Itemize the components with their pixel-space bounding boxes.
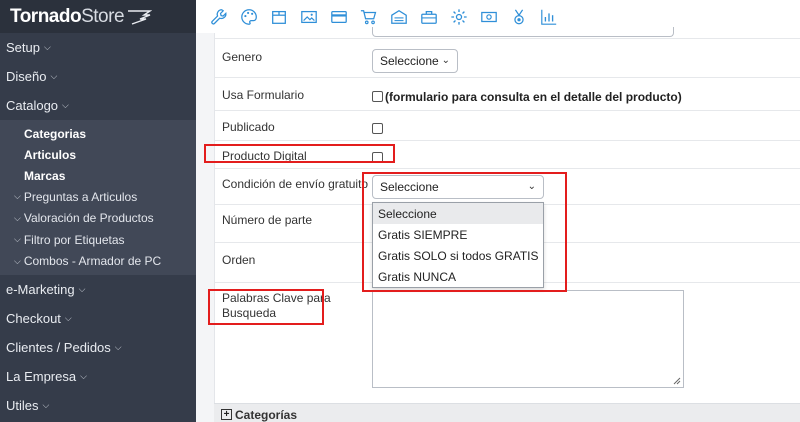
- sidebar-item-diseno[interactable]: Diseño ⌵: [0, 62, 196, 91]
- sidebar-item-empresa[interactable]: La Empresa ⌵: [0, 362, 196, 391]
- palabras-clave-textarea[interactable]: [372, 290, 684, 388]
- chevron-down-icon: ⌵: [114, 342, 122, 352]
- categorias-section-header[interactable]: + Categorías: [214, 403, 800, 422]
- sidebar-item-checkout[interactable]: Checkout ⌵: [0, 304, 196, 333]
- orden-label: Orden: [222, 253, 256, 267]
- chevron-down-icon: ⌵: [14, 255, 21, 266]
- catalogo-submenu: Categorias Articulos Marcas ⌵ Preguntas a…: [0, 120, 196, 275]
- publicado-label: Publicado: [222, 120, 275, 134]
- form-row-genero: Genero Seleccione ⌄: [215, 39, 800, 78]
- chevron-down-icon: ⌵: [80, 371, 87, 381]
- image-icon[interactable]: [294, 2, 324, 32]
- chevron-down-icon: ⌵: [14, 212, 21, 223]
- chevron-down-icon: ⌵: [42, 400, 50, 410]
- resize-grip-icon[interactable]: [673, 377, 681, 385]
- highlight-producto-digital: [204, 144, 395, 163]
- brand-name: TornadoStore: [10, 5, 125, 27]
- usa-formulario-text: (formulario para consulta en el detalle …: [385, 89, 682, 104]
- previous-input-field[interactable]: [372, 27, 674, 37]
- chevron-down-icon: ⌵: [64, 313, 72, 323]
- chevron-down-icon: ⌄: [441, 55, 450, 66]
- publicado-checkbox[interactable]: [372, 123, 383, 135]
- sidebar-subitem-categorias[interactable]: Categorias: [0, 123, 196, 144]
- form-row-publicado: Publicado: [215, 111, 800, 141]
- numero-parte-label: Número de parte: [222, 213, 313, 227]
- sidebar-item-emarketing[interactable]: e-Marketing ⌵: [0, 275, 196, 304]
- chevron-down-icon: ⌵: [14, 191, 21, 202]
- chevron-down-icon: ⌵: [78, 284, 86, 294]
- usa-formulario-checkbox[interactable]: [372, 91, 383, 103]
- sidebar-subitem-combos[interactable]: ⌵ Combos - Armador de PC: [0, 251, 196, 273]
- form-row-usa-formulario: Usa Formulario (formulario para consulta…: [215, 78, 800, 111]
- genero-label: Genero: [222, 50, 263, 64]
- condicion-envio-label: Condición de envío gratuito: [222, 177, 369, 191]
- chevron-down-icon: ⌵: [14, 234, 21, 245]
- sidebar-subitem-marcas[interactable]: Marcas: [0, 165, 196, 186]
- chevron-down-icon: ⌵: [43, 42, 51, 52]
- genero-select[interactable]: Seleccione ⌄: [372, 49, 458, 73]
- sidebar-item-clientes[interactable]: Clientes / Pedidos ⌵: [0, 333, 196, 362]
- wrench-icon[interactable]: [204, 2, 234, 32]
- tornado-flag-icon: [128, 9, 153, 25]
- highlight-condicion-envio: [362, 172, 567, 292]
- brand-logo[interactable]: TornadoStore: [0, 0, 196, 33]
- box-icon[interactable]: [264, 2, 294, 32]
- palette-icon[interactable]: [234, 2, 264, 32]
- sidebar: TornadoStore Setup ⌵ Diseño ⌵ Catalogo ⌵ Ca…: [0, 0, 196, 422]
- chevron-down-icon: ⌵: [50, 71, 58, 81]
- sidebar-subitem-articulos[interactable]: Articulos: [0, 144, 196, 165]
- sidebar-subitem-valoracion[interactable]: ⌵ Valoración de Productos: [0, 208, 196, 230]
- sidebar-subitem-preguntas[interactable]: ⌵ Preguntas a Articulos: [0, 186, 196, 208]
- usa-formulario-label: Usa Formulario: [222, 88, 305, 102]
- plus-icon: +: [221, 409, 232, 420]
- sidebar-item-utiles[interactable]: Utiles ⌵: [0, 391, 196, 420]
- chevron-down-icon: ⌵: [62, 100, 69, 110]
- credit-card-icon[interactable]: [324, 2, 354, 32]
- sidebar-item-catalogo[interactable]: Catalogo ⌵: [0, 91, 196, 120]
- sidebar-subitem-filtro[interactable]: ⌵ Filtro por Etiquetas: [0, 229, 196, 251]
- highlight-palabras-clave: [208, 289, 324, 325]
- sidebar-item-setup[interactable]: Setup ⌵: [0, 33, 196, 62]
